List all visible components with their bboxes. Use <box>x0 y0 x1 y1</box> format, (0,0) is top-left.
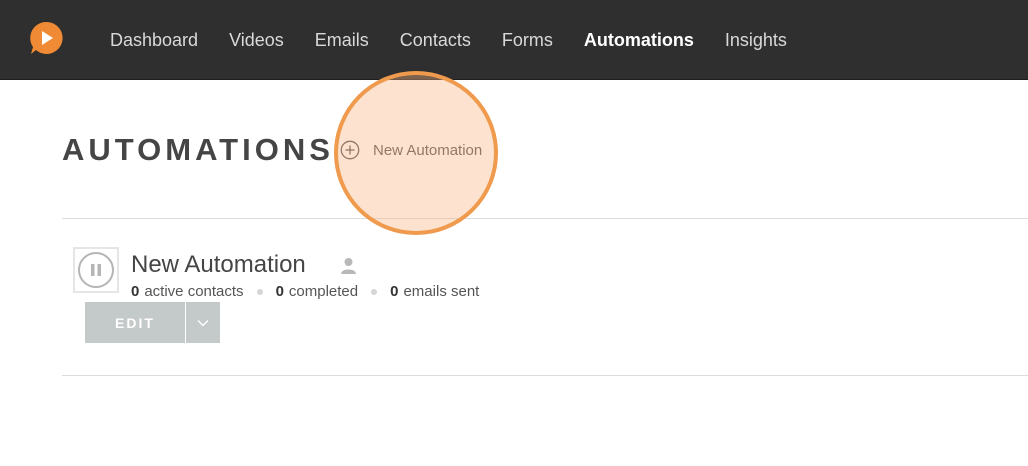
automation-stats: 0 active contacts 0 completed 0 emails s… <box>131 283 479 300</box>
emails-sent-label: emails sent <box>403 283 480 300</box>
active-contacts-label: active contacts <box>144 283 244 300</box>
plus-circle-icon <box>340 140 360 160</box>
edit-options-dropdown[interactable] <box>186 302 220 343</box>
logo-icon[interactable] <box>28 20 64 56</box>
automation-name[interactable]: New Automation <box>131 251 306 279</box>
pause-icon <box>78 252 114 288</box>
page-title: AUTOMATIONS <box>62 132 334 167</box>
nav-item-contacts[interactable]: Contacts <box>400 30 471 51</box>
emails-sent-count: 0 <box>390 283 399 300</box>
completed-count: 0 <box>275 283 284 300</box>
completed-label: completed <box>288 283 359 300</box>
nav-item-emails[interactable]: Emails <box>315 30 369 51</box>
separator-dot <box>256 288 263 295</box>
nav-item-automations[interactable]: Automations <box>584 30 694 51</box>
top-nav-bar: Dashboard Videos Emails Contacts Forms A… <box>0 0 1028 80</box>
nav-item-dashboard[interactable]: Dashboard <box>110 30 198 51</box>
user-icon <box>341 258 356 274</box>
active-contacts-count: 0 <box>131 283 140 300</box>
new-automation-label: New Automation <box>373 141 483 159</box>
row-divider <box>62 375 1028 376</box>
chevron-down-icon <box>197 319 209 326</box>
header-divider <box>62 218 1028 219</box>
main-nav: Dashboard Videos Emails Contacts Forms A… <box>110 0 818 80</box>
nav-item-forms[interactable]: Forms <box>502 30 553 51</box>
nav-item-videos[interactable]: Videos <box>229 30 284 51</box>
nav-item-insights[interactable]: Insights <box>725 30 787 51</box>
pause-toggle-button[interactable] <box>73 247 119 293</box>
edit-button[interactable]: EDIT <box>85 302 185 343</box>
new-automation-button[interactable]: New Automation <box>340 140 482 160</box>
separator-dot <box>371 288 378 295</box>
